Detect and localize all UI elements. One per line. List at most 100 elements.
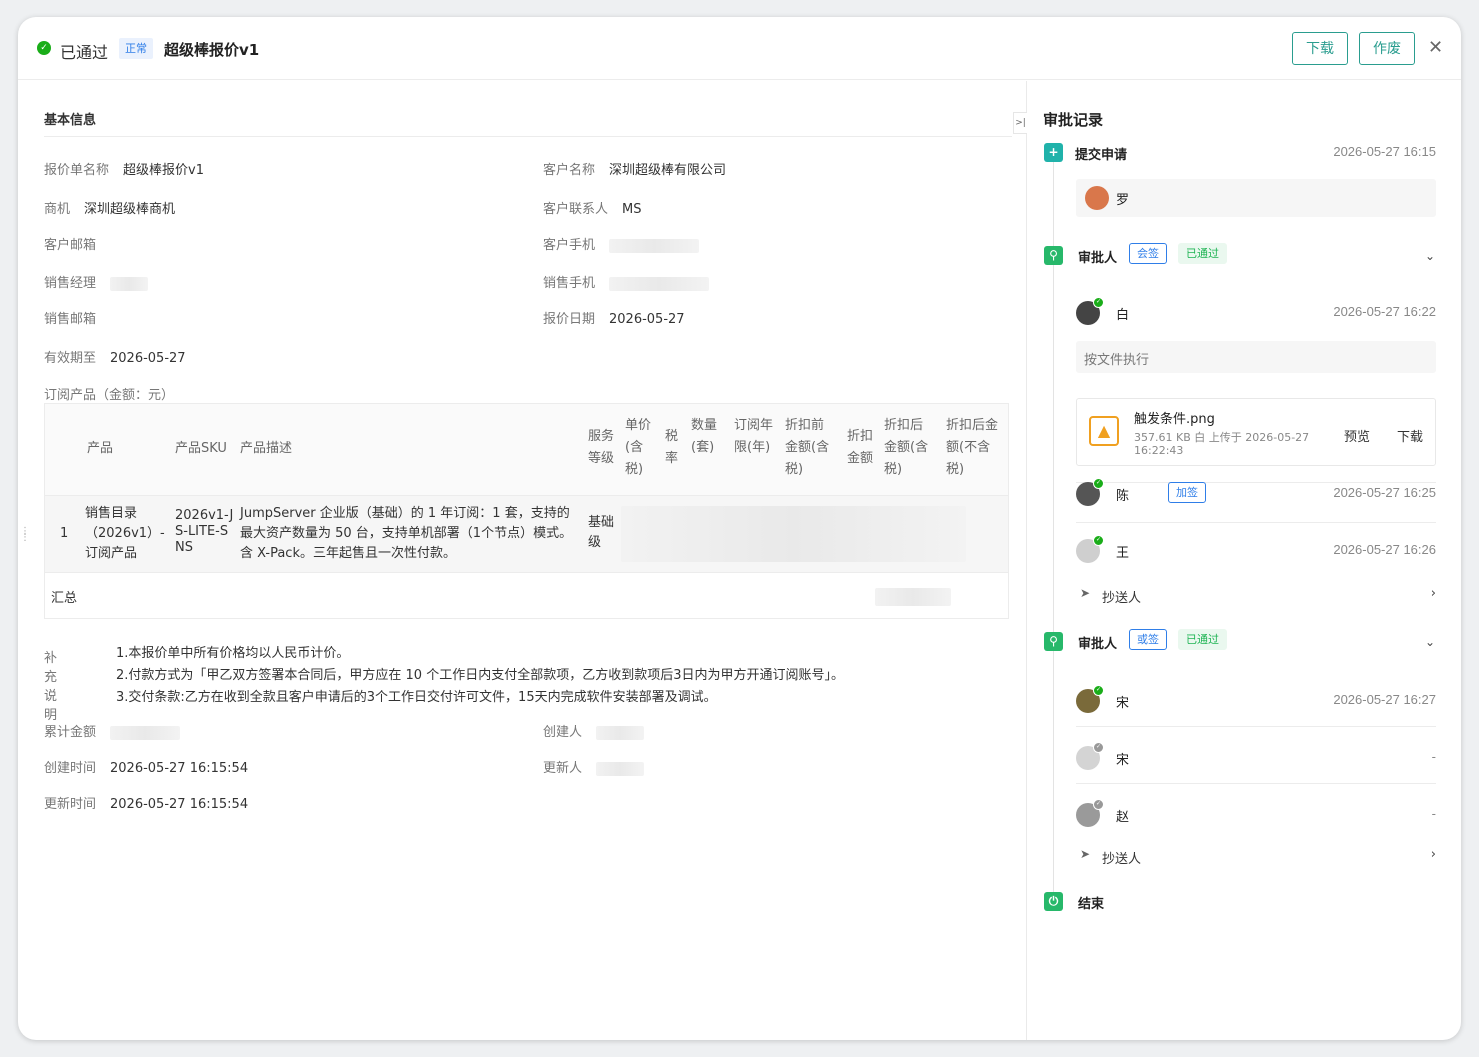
approver-name: 王 (1116, 546, 1130, 561)
approver-time: 2026-05-27 16:27 (1333, 692, 1436, 707)
col-after-discount: 折扣后金额(含税) (884, 418, 929, 477)
file-name: 触发条件.png (1134, 412, 1215, 427)
col-sku: 产品SKU (175, 441, 227, 456)
avatar: ✓ (1076, 478, 1104, 506)
cc-label: 抄送人 (1102, 852, 1142, 867)
or-sign-badge: 或签 (1129, 629, 1167, 650)
quote-detail-dialog: ✓ 已通过 正常 超级棒报价v1 下载 作废 ✕ ⋮ ⋮ 基本信息 >| 报价单名… (18, 17, 1461, 1040)
col-after-ex-tax: 折扣后金额(不含税) (946, 418, 999, 477)
approver-row: ✓ 宋 2026-05-27 16:27 (1076, 685, 1436, 715)
approved-check-icon: ✓ (37, 41, 51, 55)
timeline-line (1053, 161, 1054, 901)
approver-time: - (1431, 749, 1436, 764)
col-service: 服务等级 (588, 429, 615, 466)
add-sign-badge: 加签 (1168, 482, 1206, 503)
avatar: ✓ (1076, 799, 1104, 827)
col-tax: 税率 (665, 429, 679, 466)
status-badge: 正常 (119, 38, 153, 59)
divider (1076, 522, 1436, 523)
cc-row[interactable]: ➤ 抄送人 › (1076, 584, 1436, 606)
table-total-row: 汇总 (45, 574, 1008, 620)
field-contact: 客户联系人 MS (543, 202, 642, 217)
preview-link[interactable]: 预览 (1344, 426, 1370, 445)
col-pre-discount: 折扣前金额(含税) (785, 418, 830, 477)
total-label: 汇总 (51, 591, 78, 606)
close-icon[interactable]: ✕ (1428, 37, 1443, 58)
avatar: ✓ (1076, 685, 1104, 713)
total-redacted (875, 588, 951, 606)
end-label: 结束 (1078, 897, 1105, 912)
col-years: 订阅年限(年) (734, 418, 774, 455)
table-header: 产品 产品SKU 产品描述 服务等级 单价(含税) 税率 数量(套) 订阅年限(… (45, 404, 1008, 496)
cc-row[interactable]: ➤ 抄送人 › (1076, 845, 1436, 867)
comment-text: 按文件执行 (1084, 353, 1150, 368)
approver-time: 2026-05-27 16:22 (1333, 304, 1436, 319)
approver-name: 宋 (1116, 753, 1130, 768)
notes-label: 补充说明 (44, 651, 58, 723)
row-amounts-redacted (621, 506, 966, 562)
approver-time: 2026-05-27 16:26 (1333, 542, 1436, 557)
avatar (1085, 186, 1109, 210)
approver-name: 白 (1116, 308, 1130, 323)
chevron-down-icon[interactable]: ⌄ (1425, 249, 1435, 263)
send-icon: ➤ (1080, 847, 1091, 861)
products-label: 订阅产品（金额：元） (44, 388, 175, 403)
collapse-panel-icon[interactable]: >| (1013, 112, 1027, 134)
divider (44, 136, 1012, 137)
approver-name: 陈 (1116, 489, 1130, 504)
sidebar-title: 审批记录 (1043, 111, 1104, 129)
approver-time: - (1431, 806, 1436, 821)
approver-row: ✓ 王 2026-05-27 16:26 (1076, 535, 1436, 565)
file-download-link[interactable]: 下载 (1397, 426, 1423, 445)
avatar: ✓ (1076, 742, 1104, 770)
chevron-down-icon[interactable]: ⌄ (1425, 635, 1435, 649)
field-quote-date: 报价日期 2026-05-27 (543, 312, 685, 327)
approved-badge: 已通过 (1178, 629, 1227, 650)
chevron-right-icon[interactable]: › (1431, 586, 1436, 601)
countersign-badge: 会签 (1129, 243, 1167, 264)
row-desc: JumpServer 企业版（基础）的 1 年订阅：1 套，支持的最大资产数量为… (240, 506, 573, 561)
status-label: 已通过 (60, 43, 109, 62)
row-product: 销售目录（2026v1）- 订阅产品 (85, 506, 165, 561)
field-sales-email: 销售邮箱 (44, 312, 97, 327)
note-line: 2.付款方式为「甲乙双方签署本合同后，甲方应在 10 个工作日内支付全部款项，乙… (116, 668, 844, 683)
plus-icon: + (1044, 143, 1063, 162)
approver-name: 赵 (1116, 810, 1130, 825)
drag-handle-icon[interactable]: ⋮ ⋮ (20, 527, 30, 543)
approver-row: ✓ 陈 加签 2026-05-27 16:25 (1076, 478, 1436, 508)
approver-row: ✓ 白 2026-05-27 16:22 (1076, 297, 1436, 327)
field-created-time: 创建时间 2026-05-27 16:15:54 (44, 761, 249, 776)
approver-row: ✓ 宋 - (1076, 742, 1436, 772)
approver-row: ✓ 赵 - (1076, 799, 1436, 829)
avatar: ✓ (1076, 535, 1104, 563)
row-no: 1 (60, 526, 69, 541)
void-button[interactable]: 作废 (1359, 32, 1415, 65)
col-price: 单价(含税) (625, 418, 652, 477)
attachment-card[interactable]: ▲ 触发条件.png 357.61 KB 白 上传于 2026-05-27 16… (1076, 398, 1436, 466)
field-updater: 更新人 (543, 757, 645, 776)
col-product: 产品 (87, 441, 114, 456)
note-line: 3.交付条款:乙方在收到全款且客户申请后的3个工作日交付许可文件，15天内完成软… (116, 690, 717, 705)
divider (1076, 726, 1436, 727)
power-icon: ⏻ (1044, 892, 1063, 911)
download-button[interactable]: 下载 (1292, 32, 1348, 65)
field-opportunity: 商机 深圳超级棒商机 (44, 202, 176, 217)
cc-label: 抄送人 (1102, 591, 1142, 606)
section-title: 基本信息 (44, 113, 97, 128)
row-sku: 2026v1-JS-LITE-SNS (175, 508, 234, 555)
send-icon: ➤ (1080, 586, 1091, 600)
chevron-right-icon[interactable]: › (1431, 847, 1436, 862)
submitter-name: 罗 (1116, 193, 1130, 208)
step2-label: 审批人 (1078, 637, 1118, 652)
approver-node-icon: ⚲ (1044, 246, 1063, 265)
field-quote-name: 报价单名称 超级棒报价v1 (44, 163, 204, 178)
note-line: 1.本报价单中所有价格均以人民币计价。 (116, 646, 350, 661)
submit-time: 2026-05-27 16:15 (1333, 144, 1436, 159)
field-sales-manager: 销售经理 (44, 272, 149, 291)
submitter-row: 罗 (1076, 179, 1436, 217)
file-meta-time: 16:22:43 (1134, 444, 1184, 457)
products-table: 产品 产品SKU 产品描述 服务等级 单价(含税) 税率 数量(套) 订阅年限(… (44, 403, 1009, 619)
approved-badge: 已通过 (1178, 243, 1227, 264)
field-phone: 客户手机 (543, 234, 700, 253)
avatar: ✓ (1076, 297, 1104, 325)
